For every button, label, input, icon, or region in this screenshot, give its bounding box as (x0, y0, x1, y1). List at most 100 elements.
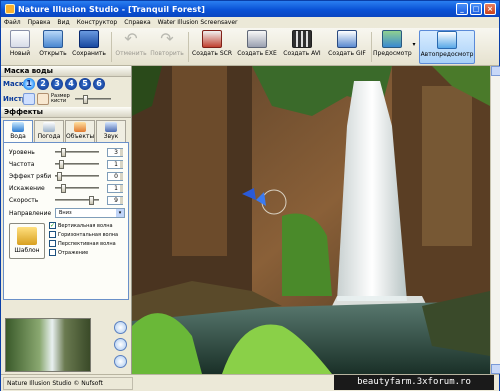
tab-water[interactable]: Вода (3, 120, 33, 142)
eraser-tool-icon[interactable] (37, 93, 49, 105)
preview-button[interactable]: Предосмотр (373, 30, 412, 64)
mask-5-button[interactable]: 5 (79, 78, 91, 90)
effects-header: Эффекты (1, 107, 131, 118)
water-drop-icon (12, 122, 24, 132)
tab-weather[interactable]: Погода (34, 120, 64, 142)
create-exe-button[interactable]: Создать EXE (236, 30, 278, 64)
save-button[interactable]: Сохранить (71, 30, 107, 64)
preview-icon (382, 30, 402, 48)
instrument-row: Инстр. Размер кисти (1, 91, 131, 107)
close-button[interactable]: × (484, 3, 496, 15)
template-folder-icon (17, 227, 37, 245)
mask-1-button[interactable]: 1 (23, 78, 35, 90)
param-distortion-thumb[interactable] (60, 184, 66, 193)
menu-bar: Файл Правка Вид Конструктор Справка Wate… (1, 17, 499, 28)
menu-constructor[interactable]: Конструктор (77, 19, 118, 26)
horizontal-wave-checkbox[interactable]: Горизонтальная волна (49, 230, 118, 239)
menu-help[interactable]: Справка (124, 19, 150, 26)
autopreview-button[interactable]: Автопредосмотр (419, 30, 475, 64)
menu-screensaver[interactable]: Water Illusion Screensaver (158, 19, 238, 26)
brush-size-thumb[interactable] (83, 95, 88, 104)
menu-file[interactable]: Файл (4, 19, 21, 26)
tab-sound-label: Звук (103, 133, 119, 140)
direction-select[interactable]: Вниз ▾ (55, 208, 125, 218)
mask-6-button[interactable]: 6 (93, 78, 105, 90)
vertical-scrollbar[interactable] (490, 66, 500, 374)
create-gif-button[interactable]: Создать GIF (326, 30, 368, 64)
vertical-wave-label: Вертикальная волна (58, 222, 113, 229)
create-scr-button[interactable]: Создать SCR (191, 30, 233, 64)
brush-size-slider[interactable] (75, 95, 111, 104)
param-level-input[interactable]: 3 (107, 147, 123, 157)
open-button[interactable]: Открыть (37, 30, 69, 64)
create-avi-button[interactable]: Создать AVI (281, 30, 323, 64)
param-speed-label: Скорость (9, 196, 39, 204)
param-frequency-thumb[interactable] (58, 160, 64, 169)
tab-objects-label: Объекты (66, 133, 95, 140)
scr-file-icon (202, 30, 222, 48)
param-level-thumb[interactable] (60, 148, 66, 157)
maximize-button[interactable]: □ (470, 3, 482, 15)
param-ripple-thumb[interactable] (56, 172, 62, 181)
create-scr-label: Создать SCR (192, 50, 232, 57)
scroll-down-arrow[interactable] (491, 364, 500, 374)
mask-2-button[interactable]: 2 (37, 78, 49, 90)
checkbox-box[interactable] (49, 240, 56, 247)
app-icon (5, 4, 15, 14)
new-label: Новый (9, 50, 31, 57)
checkbox-box[interactable] (49, 249, 56, 256)
param-frequency-input[interactable]: 1 (107, 159, 123, 169)
param-ripple-input[interactable]: 0 (107, 171, 123, 181)
zoom-out-icon[interactable] (114, 355, 127, 368)
checkbox-box[interactable] (49, 231, 56, 238)
preview-dropdown-arrow[interactable]: ▾ (411, 30, 417, 64)
mask-3-button[interactable]: 3 (51, 78, 63, 90)
param-distortion-input[interactable]: 1 (107, 183, 123, 193)
param-speed-thumb[interactable] (89, 196, 95, 205)
menu-edit[interactable]: Правка (28, 19, 51, 26)
mask-row: Маска 1 2 3 4 5 6 (1, 77, 131, 91)
fit-view-icon[interactable] (114, 338, 127, 351)
navigator-preview[interactable] (5, 318, 91, 372)
new-document-icon (10, 30, 30, 48)
scroll-up-arrow[interactable] (491, 66, 500, 76)
tab-objects[interactable]: Объекты (65, 120, 95, 142)
create-exe-label: Создать EXE (237, 50, 277, 57)
param-frequency-slider[interactable] (55, 160, 99, 169)
undo-button[interactable]: ↶ Отменить (114, 30, 148, 64)
param-speed-slider[interactable] (55, 196, 99, 205)
param-frequency-label: Частота (9, 160, 35, 168)
checkbox-box[interactable]: ✓ (49, 222, 56, 229)
param-ripple-label: Эффект ряби (9, 172, 52, 180)
scene-canvas[interactable] (132, 66, 490, 374)
speaker-icon (105, 122, 117, 132)
param-speed-input[interactable]: 9 (107, 195, 123, 205)
open-folder-icon (43, 30, 63, 48)
reflection-checkbox[interactable]: Отражение (49, 248, 118, 257)
preview-label: Предосмотр (373, 50, 412, 57)
param-frequency: Частота 1 (4, 158, 128, 170)
perspective-wave-checkbox[interactable]: Перспективная волна (49, 239, 118, 248)
instrument-label: Инстр. (3, 95, 30, 103)
vertical-wave-checkbox[interactable]: ✓ Вертикальная волна (49, 221, 118, 230)
menu-view[interactable]: Вид (57, 19, 69, 26)
brush-tool-icon[interactable] (23, 93, 35, 105)
tab-sound[interactable]: Звук (96, 120, 126, 142)
tab-weather-label: Погода (37, 133, 61, 140)
create-gif-label: Создать GIF (328, 50, 366, 57)
new-button[interactable]: Новый (6, 30, 34, 64)
chevron-down-icon[interactable]: ▾ (116, 209, 124, 217)
redo-label: Повторить (150, 50, 184, 57)
film-icon (292, 30, 312, 48)
undo-arrow-icon: ↶ (124, 29, 138, 48)
param-ripple-slider[interactable] (55, 172, 99, 181)
redo-button[interactable]: ↷ Повторить (150, 30, 184, 64)
zoom-in-icon[interactable] (114, 321, 127, 334)
template-button[interactable]: Шаблон (9, 223, 45, 259)
wave-options: ✓ Вертикальная волна Горизонтальная волна… (45, 221, 118, 259)
param-distortion: Искажение 1 (4, 182, 128, 194)
param-level-slider[interactable] (55, 148, 99, 157)
mask-4-button[interactable]: 4 (65, 78, 77, 90)
minimize-button[interactable]: _ (456, 3, 468, 15)
param-distortion-slider[interactable] (55, 184, 99, 193)
